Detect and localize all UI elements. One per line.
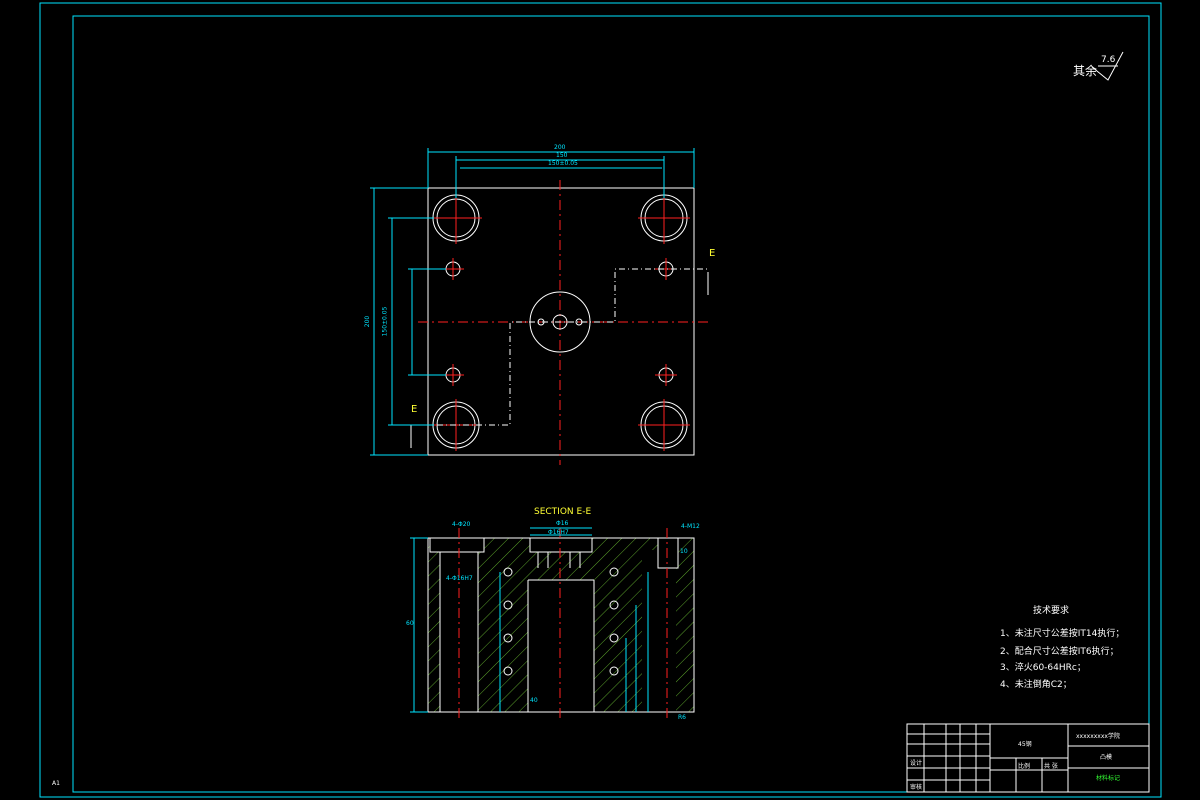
dim-bore-top: Φ16 [556,520,569,527]
dim-depth: 40 [530,697,538,704]
dim-left-hole-2: 4-Φ16H7 [446,575,473,582]
tech-req-title: 技术要求 [1033,606,1070,616]
dim-bottom-r: R6 [678,714,686,721]
roughness-value: 7.6 [1101,55,1116,65]
dim-hole-span-tol: 150±0.05 [548,160,578,167]
title-sheet-label: 共 张 [1044,763,1058,770]
tech-req-item: 1、未注尺寸公差按IT14执行； [1000,629,1125,639]
bore-center [528,580,594,712]
section-marker-left: E [411,404,418,415]
title-part-name: 凸模 [1100,754,1113,761]
tech-req-item: 3、淬火60-64HRc； [1000,663,1086,673]
roughness-label: 其余 [1073,64,1098,78]
title-school: xxxxxxxxx学院 [1076,733,1120,740]
tech-req-item: 4、未注倒角C2； [1000,680,1072,690]
section-title: SECTION E-E [534,507,592,517]
tech-req-item: 2、配合尺寸公差按IT6执行； [1000,647,1119,657]
dim-overall-height: 200 [364,315,372,328]
section-view [410,527,695,720]
dim-hole-span-v: 150±0.05 [381,306,389,337]
dim-overall-width: 200 [554,144,566,151]
title-design: 设计 [910,760,923,767]
title-green-note: 材料标记 [1096,775,1121,782]
dim-hole-span: 150 [556,152,568,159]
title-scale-label: 比例 [1018,763,1031,770]
section-marker-right: E [709,248,716,259]
bore-right [642,550,676,712]
title-check: 审核 [910,784,923,791]
title-material: 45钢 [1018,741,1032,748]
dim-bore-tol: Φ16H7 [548,529,569,536]
dim-left-hole: 4-Φ20 [452,521,471,528]
sheet-size: A1 [52,780,60,787]
dim-right-hole: 4-M12 [681,523,700,530]
plan-view [370,148,712,465]
dim-right-small: 10 [680,548,688,555]
dim-height: 60 [406,620,414,627]
